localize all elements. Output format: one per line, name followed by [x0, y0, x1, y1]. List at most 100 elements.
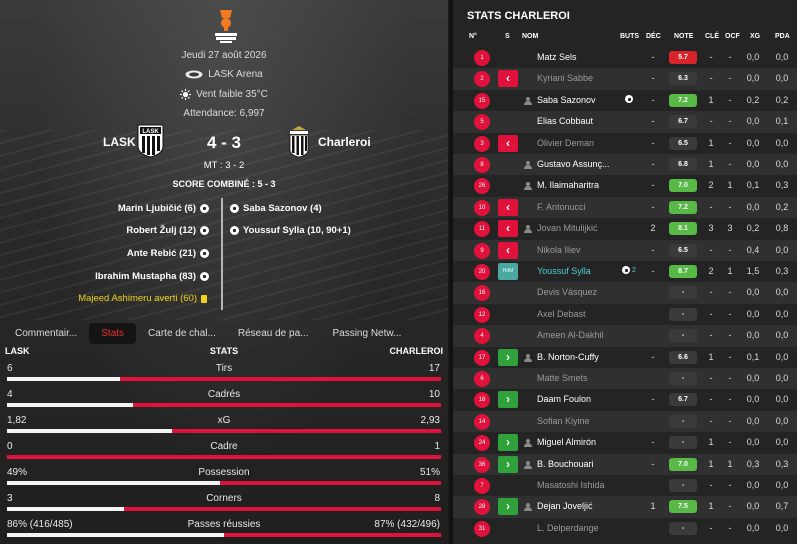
subbed-off-icon: ‹: [498, 70, 518, 88]
player-name[interactable]: Nikola Iliev: [537, 245, 581, 255]
player-row[interactable]: 4 Ameen Al-Dakhil - - - 0,0 0,0: [453, 325, 797, 347]
player-name[interactable]: Olivier Deman: [537, 138, 594, 148]
player-row[interactable]: 14 Sofian Kiyine - - - 0,0 0,0: [453, 410, 797, 433]
player-row[interactable]: 3 ‹ Olivier Deman - 6.5 1 - 0,0 0,0: [453, 133, 797, 154]
tab-passing-network[interactable]: Passing Netw...: [324, 323, 409, 344]
home-scorer[interactable]: Ibrahim Mustapha (83): [95, 271, 209, 282]
player-name[interactable]: Masatoshi Ishida: [537, 480, 605, 490]
player-name[interactable]: Dejan Joveljić: [537, 501, 593, 511]
player-name[interactable]: Miguel Almirón: [537, 437, 596, 447]
player-decisive: -: [651, 394, 655, 405]
home-scorer[interactable]: Robert Žulj (12): [126, 225, 209, 236]
tab-stats[interactable]: Stats: [89, 322, 137, 344]
stadium-row: LASK Arena: [0, 69, 448, 82]
col-goals[interactable]: BUTS: [620, 33, 639, 40]
player-name[interactable]: Saba Sazonov: [537, 95, 596, 105]
man-of-match-badge: HdM: [498, 263, 518, 280]
player-row[interactable]: 36 › B. Bouchouari - 7.0 1 1 0,3 0,3: [453, 453, 797, 475]
player-name[interactable]: Sofian Kiyine: [537, 416, 590, 426]
player-row[interactable]: 11 ‹ Jovan Mitulijkić 2 8.1 3 3 0,2 0,8: [453, 218, 797, 239]
home-team-name[interactable]: LASK: [103, 135, 136, 149]
player-name[interactable]: Jovan Mitulijkić: [537, 223, 598, 233]
player-name[interactable]: Ameen Al-Dakhil: [537, 330, 604, 340]
stat-bar-home-fill: [7, 377, 120, 381]
tab-heatmap[interactable]: Carte de chal...: [140, 323, 224, 344]
player-name[interactable]: Elias Cobbaut: [537, 116, 593, 126]
charleroi-crest-icon[interactable]: [288, 126, 310, 158]
player-pda: 0,0: [775, 373, 789, 383]
col-sub[interactable]: S: [505, 33, 510, 40]
player-key-passes: 2: [708, 266, 714, 276]
stat-bar-home-fill: [7, 403, 133, 407]
away-scorer[interactable]: Youssuf Sylla (10, 90+1): [230, 225, 351, 236]
player-ocf: 3: [727, 223, 733, 234]
player-row[interactable]: 28 › Dejan Joveljić 1 7.5 1 - 0,0 0,7: [453, 496, 797, 518]
player-row[interactable]: 1 Matz Sels - 5.7 - - 0,0 0,0: [453, 47, 797, 68]
player-row[interactable]: 26 M. Ilaimaharitra - 7.0 2 1 0,1 0,3: [453, 175, 797, 196]
player-row[interactable]: 9 ‹ Nikola Iliev - 6.5 - - 0,4 0,0: [453, 239, 797, 261]
player-row[interactable]: 10 ‹ F. Antonucci - 7.2 - - 0,0 0,2: [453, 196, 797, 219]
shirt-number: 12: [474, 306, 490, 323]
player-row[interactable]: 16 Devis Vásquez - - - 0,0 0,0: [453, 282, 797, 304]
player-row[interactable]: 18 › Daam Foulon - 6.7 - - 0,0 0,0: [453, 389, 797, 410]
player-row[interactable]: 24 › Miguel Almirón - -1-0,0 0,0: [453, 432, 797, 453]
player-name[interactable]: F. Antonucci: [537, 202, 586, 212]
player-name[interactable]: Matte Smets: [537, 373, 588, 383]
player-name[interactable]: B. Bouchouari: [537, 459, 594, 469]
player-name[interactable]: Gustavo Assunç...: [537, 159, 610, 169]
player-name[interactable]: Axel Debast: [537, 309, 586, 319]
person-icon: [524, 503, 532, 512]
player-xg: 0,0: [746, 308, 760, 319]
person-icon: [524, 225, 532, 234]
ball-icon: [622, 266, 631, 274]
player-row[interactable]: 15 Saba Sazonov - 7.2 1 - 0,2 0,2: [453, 90, 797, 111]
col-name[interactable]: NOM: [522, 33, 538, 40]
player-row[interactable]: 6 Matte Smets - - - 0,0 0,0: [453, 368, 797, 390]
player-key-passes: 1: [708, 159, 714, 169]
tab-pass-network[interactable]: Réseau de pa...: [230, 323, 317, 344]
player-rating: 7.0: [669, 179, 697, 193]
tab-commentary[interactable]: Commentair...: [7, 323, 85, 344]
booking-event[interactable]: Majeed Ashimeru averti (60): [78, 293, 207, 304]
player-row[interactable]: 7 Masatoshi Ishida - - - 0,0 0,0: [453, 475, 797, 496]
player-ocf: -: [728, 437, 732, 448]
player-name[interactable]: Daam Foulon: [537, 394, 591, 404]
player-row[interactable]: 20 HdM Youssuf Sylla 2 - 8.7 2 1 1,5 0,3: [453, 261, 797, 282]
player-row[interactable]: 8 Gustavo Assunç... - 6.8 1 - 0,0 0,0: [453, 154, 797, 176]
col-number[interactable]: N°: [469, 33, 477, 40]
player-row[interactable]: 2 ‹ Kyriani Sabbe - 6.3 - - 0,0 0,0: [453, 68, 797, 90]
player-row[interactable]: 5 Elias Cobbaut - 6.7 - - 0,0 0,1: [453, 111, 797, 133]
player-goals: 2: [614, 266, 644, 274]
player-row[interactable]: 12 Axel Debast - - - 0,0 0,0: [453, 304, 797, 325]
player-name[interactable]: Kyriani Sabbe: [537, 73, 593, 83]
col-decisive[interactable]: DÉC: [646, 33, 661, 40]
player-name[interactable]: M. Ilaimaharitra: [537, 180, 599, 190]
player-key-passes: -: [709, 52, 713, 62]
col-ocf[interactable]: OCF: [725, 33, 740, 40]
player-rating: 6.5: [669, 243, 697, 257]
player-rating: 7.2: [669, 200, 697, 214]
home-scorer[interactable]: Marin Ljubičić (6): [118, 203, 209, 214]
player-decisive: -: [651, 137, 655, 148]
stat-name: Cadre: [210, 441, 238, 452]
col-key[interactable]: CLÉ: [705, 33, 719, 40]
shirt-number: 9: [474, 242, 490, 259]
player-name[interactable]: Devis Vásquez: [537, 287, 597, 297]
home-scorer[interactable]: Ante Rebić (21): [127, 248, 209, 259]
stat-name: Tirs: [215, 363, 233, 374]
col-xg[interactable]: XG: [750, 33, 760, 40]
player-name[interactable]: L. Delperdange: [537, 523, 599, 533]
lask-crest-icon[interactable]: LASK: [137, 124, 164, 158]
col-pda[interactable]: PDA: [775, 33, 790, 40]
player-ocf: 1: [727, 458, 733, 469]
player-name[interactable]: Youssuf Sylla: [537, 266, 591, 276]
player-key-passes: -: [709, 201, 713, 212]
away-team-name[interactable]: Charleroi: [318, 135, 371, 149]
away-scorer[interactable]: Saba Sazonov (4): [230, 203, 322, 214]
player-row[interactable]: 17 › B. Norton-Cuffy - 6.6 1 - 0,1 0,0: [453, 347, 797, 368]
player-name[interactable]: B. Norton-Cuffy: [537, 352, 599, 362]
player-key-passes: 1: [708, 137, 714, 148]
col-rating[interactable]: NOTE: [674, 33, 693, 40]
player-name[interactable]: Matz Sels: [537, 52, 577, 62]
player-row[interactable]: 31 L. Delperdange - - - 0,0 0,0: [453, 518, 797, 539]
